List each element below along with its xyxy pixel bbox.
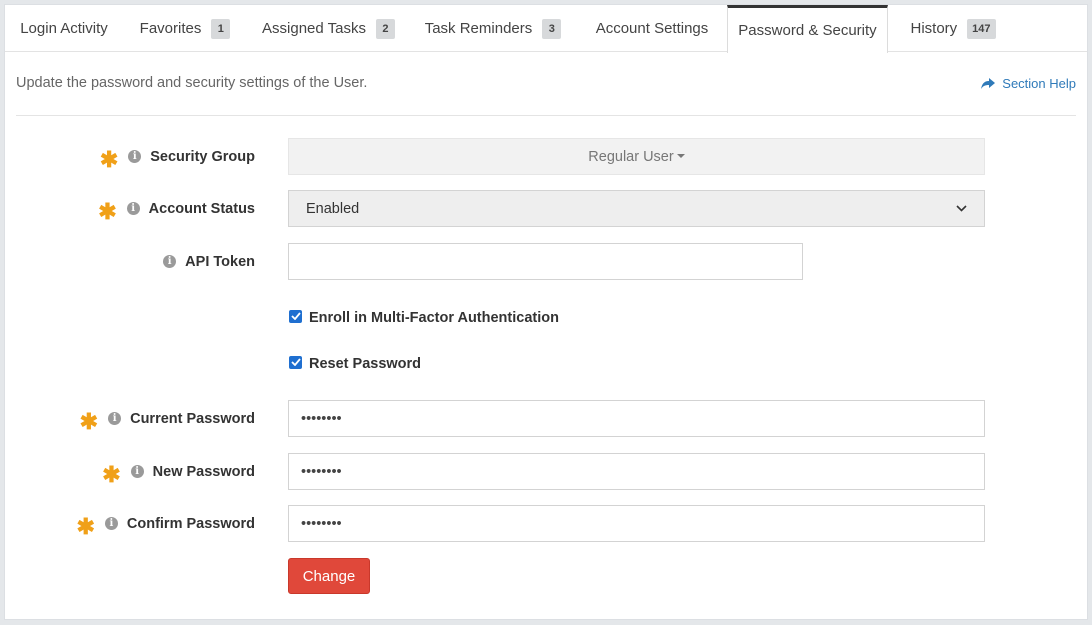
- info-icon[interactable]: i: [163, 255, 177, 268]
- count-badge: 2: [375, 18, 395, 39]
- info-icon[interactable]: i: [130, 465, 144, 478]
- new-password-label-area: ✱ i New Password: [102, 453, 255, 490]
- asterisk-icon: ✱: [102, 461, 121, 487]
- info-icon[interactable]: i: [104, 517, 118, 530]
- api-token-label-area: i API Token: [163, 243, 255, 280]
- asterisk-icon: ✱: [98, 198, 117, 224]
- confirm-password-row: ✱ i Confirm Password ••••••••: [5, 505, 1087, 542]
- count-badge: 147: [967, 18, 996, 39]
- api-token-label: API Token: [185, 253, 255, 270]
- account-status-label: Account Status: [148, 200, 255, 217]
- security-group-row: ✱ i Security Group Regular User: [5, 138, 1087, 175]
- tab-login-activity[interactable]: Login Activity: [5, 5, 123, 52]
- reset-password-checkbox-row[interactable]: Reset Password: [289, 355, 422, 372]
- info-icon[interactable]: i: [126, 202, 140, 215]
- security-group-select[interactable]: Regular User: [288, 138, 985, 175]
- account-status-label-area: ✱ i Account Status: [98, 190, 255, 227]
- tab-favorites[interactable]: Favorites 1: [131, 5, 239, 52]
- new-password-input[interactable]: ••••••••: [288, 453, 985, 490]
- new-password-row: ✱ i New Password ••••••••: [5, 453, 1087, 490]
- security-group-label-area: ✱ i Security Group: [100, 138, 255, 175]
- current-password-input[interactable]: ••••••••: [288, 400, 985, 437]
- section-help-label: Section Help: [1002, 76, 1076, 91]
- count-badge: 3: [542, 18, 562, 39]
- security-group-label: Security Group: [150, 148, 255, 165]
- tab-assigned-tasks[interactable]: Assigned Tasks 2: [256, 5, 401, 52]
- mfa-label: Enroll in Multi-Factor Authentication: [309, 310, 559, 326]
- caret-down-icon: [676, 153, 685, 158]
- chevron-down-icon: [956, 205, 967, 212]
- tab-history[interactable]: History 147: [894, 5, 1012, 52]
- tab-label: Login Activity: [20, 20, 108, 37]
- info-icon[interactable]: i: [128, 150, 142, 163]
- section-help-link[interactable]: Section Help: [981, 76, 1076, 91]
- account-status-value: Enabled: [306, 200, 360, 217]
- account-status-row: ✱ i Account Status Enabled: [5, 190, 1087, 227]
- asterisk-icon: ✱: [76, 513, 95, 539]
- current-password-label-area: ✱ i Current Password: [80, 400, 255, 437]
- section-description: Update the password and security setting…: [16, 75, 368, 91]
- confirm-password-label-area: ✱ i Confirm Password: [76, 505, 255, 542]
- mfa-checkbox[interactable]: [289, 309, 302, 323]
- tab-password-security[interactable]: Password & Security: [727, 5, 888, 53]
- asterisk-icon: ✱: [99, 146, 119, 172]
- current-password-label: Current Password: [130, 410, 255, 427]
- tab-label: Password & Security: [738, 22, 877, 39]
- info-icon[interactable]: i: [108, 412, 122, 425]
- tab-label: Account Settings: [595, 20, 709, 37]
- divider: [16, 115, 1076, 116]
- checkmark-icon: [290, 358, 301, 366]
- confirm-password-label: Confirm Password: [126, 515, 255, 532]
- mfa-checkbox-row[interactable]: Enroll in Multi-Factor Authentication: [289, 309, 559, 326]
- current-password-row: ✱ i Current Password ••••••••: [5, 400, 1087, 437]
- tab-label: Task Reminders: [424, 20, 533, 37]
- tab-label: Assigned Tasks: [262, 20, 366, 37]
- change-button[interactable]: Change: [288, 558, 370, 594]
- confirm-password-input[interactable]: ••••••••: [288, 505, 985, 542]
- password-security-panel: Login Activity Favorites 1 Assigned Task…: [4, 4, 1088, 620]
- asterisk-icon: ✱: [79, 408, 99, 434]
- security-group-value: Regular User: [588, 148, 674, 165]
- tab-label: Favorites: [139, 20, 202, 37]
- count-badge: 1: [211, 18, 231, 39]
- new-password-label: New Password: [152, 463, 255, 480]
- tab-label: History: [910, 20, 958, 37]
- tab-account-settings[interactable]: Account Settings: [583, 5, 721, 52]
- api-token-row: i API Token: [5, 243, 1087, 280]
- reset-password-label: Reset Password: [309, 356, 422, 372]
- checkmark-icon: [290, 312, 301, 320]
- reset-password-checkbox[interactable]: [289, 355, 302, 369]
- share-arrow-icon: [981, 77, 996, 89]
- api-token-input[interactable]: [288, 243, 803, 280]
- tab-bar: Login Activity Favorites 1 Assigned Task…: [5, 5, 1087, 53]
- account-status-select[interactable]: Enabled: [288, 190, 985, 227]
- tab-task-reminders[interactable]: Task Reminders 3: [420, 5, 566, 52]
